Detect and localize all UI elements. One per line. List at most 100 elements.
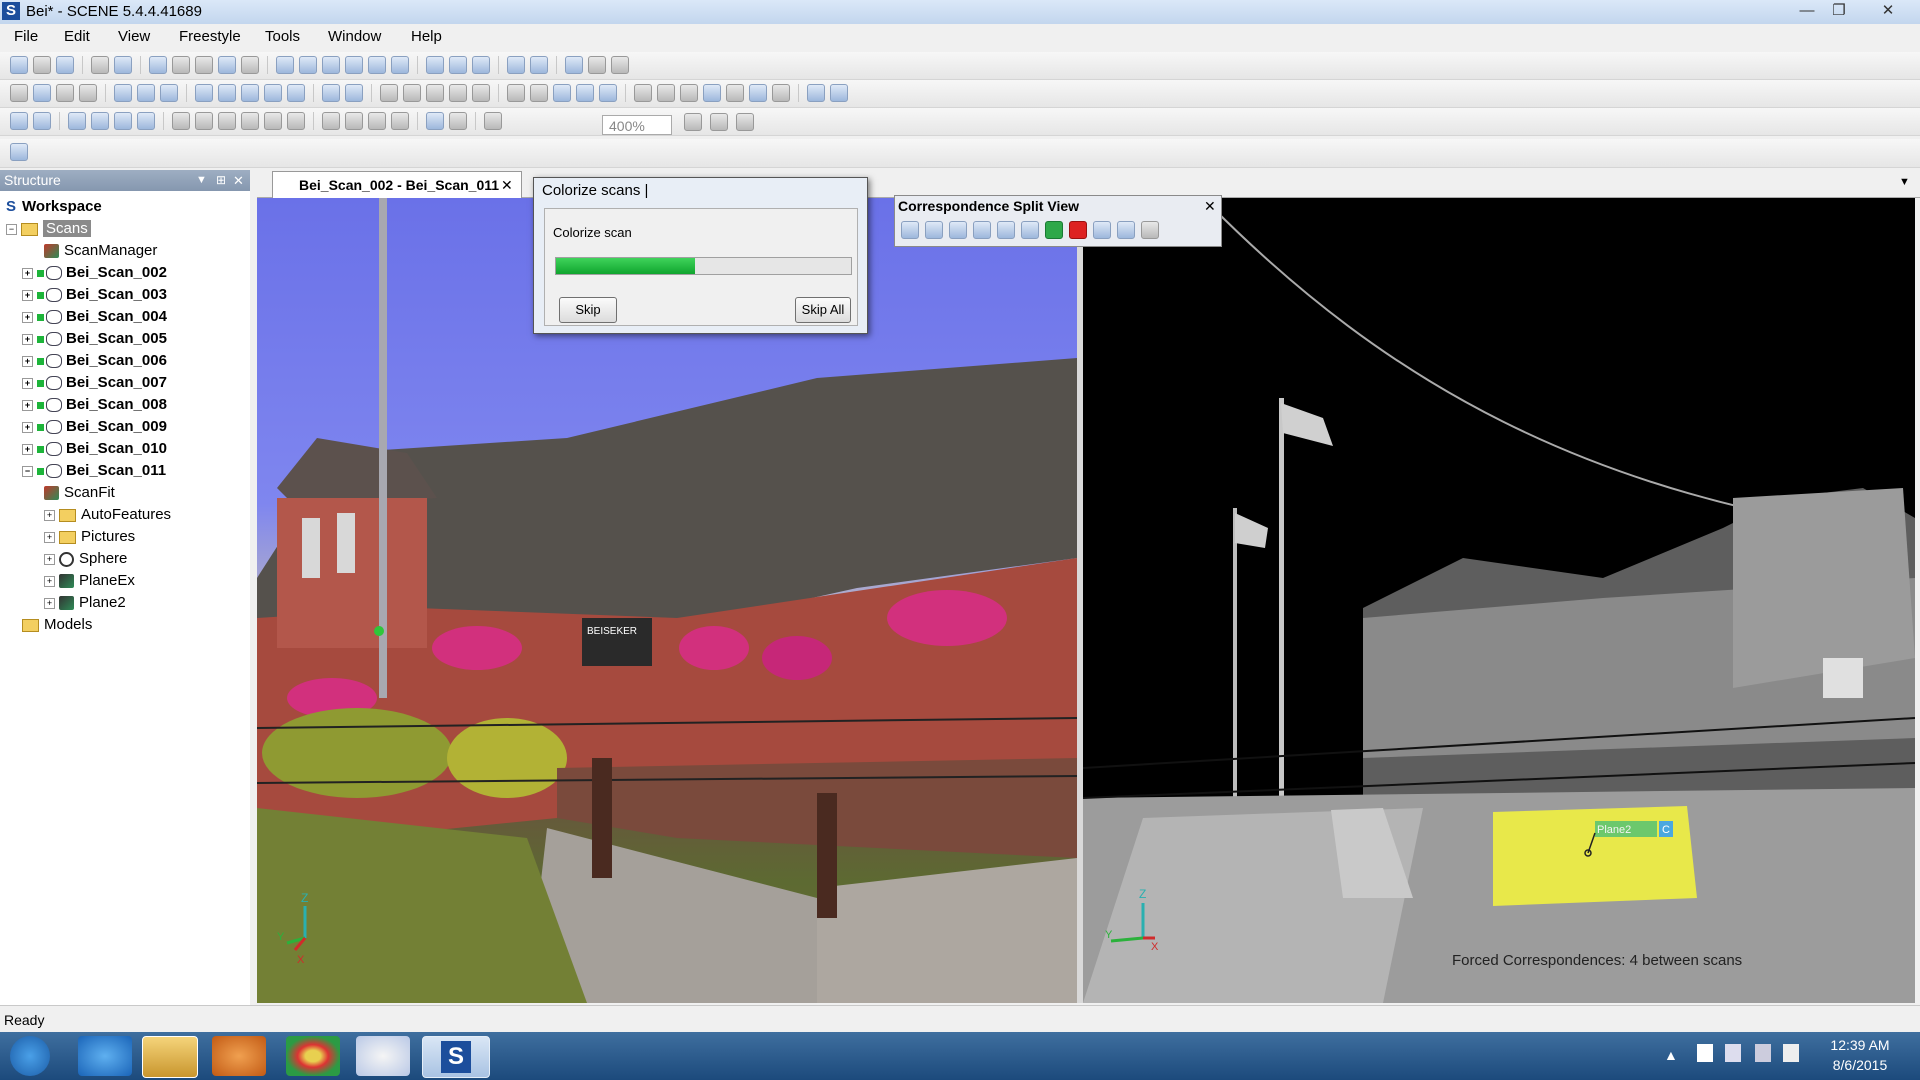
cs-select-icon[interactable] [901, 221, 919, 239]
expand-icon[interactable]: + [22, 289, 33, 301]
layers-icon[interactable] [391, 56, 409, 74]
grid-view-icon[interactable] [726, 84, 744, 102]
maximize-button[interactable]: ❐ [1824, 0, 1854, 22]
cs-pan-icon[interactable] [973, 221, 991, 239]
cube-5-icon[interactable] [287, 84, 305, 102]
menu-window[interactable]: Window [328, 28, 381, 45]
tree-scan-item[interactable]: + Bei_Scan_003 [22, 284, 167, 306]
cut-icon[interactable] [426, 112, 444, 130]
tree-scan-item[interactable]: − Bei_Scan_011 [22, 460, 166, 482]
copy-icon[interactable] [530, 84, 548, 102]
tab-list-icon[interactable]: ▼ [1899, 176, 1910, 188]
overview-icon[interactable] [241, 56, 259, 74]
cs-hand-icon[interactable] [997, 221, 1015, 239]
panel-menu-icon[interactable]: ▼ [196, 170, 207, 191]
new-icon[interactable] [10, 56, 28, 74]
expand-icon[interactable]: + [22, 443, 33, 455]
skip-all-button[interactable]: Skip All [795, 297, 851, 323]
circle-select-icon[interactable] [241, 112, 259, 130]
download-icon[interactable] [322, 56, 340, 74]
collapse-icon[interactable]: − [22, 465, 33, 477]
tray-volume-icon[interactable] [1783, 1044, 1799, 1062]
menu-edit[interactable]: Edit [64, 28, 90, 45]
view-overlay-icon[interactable] [391, 112, 409, 130]
grid-icon[interactable] [507, 84, 525, 102]
tree-scan-item[interactable]: + Bei_Scan_005 [22, 328, 167, 350]
taskbar-explorer-icon[interactable] [142, 1036, 198, 1078]
clock-date[interactable]: 8/6/2015 [1830, 1057, 1890, 1073]
scan-view-right[interactable]: Plane2 C Z Y X Forced Correspondences: 4… [1083, 198, 1915, 1003]
correspondence-split-view-window[interactable]: Correspondence Split View ✕ [894, 195, 1222, 247]
arrows-icon[interactable] [345, 84, 363, 102]
link-icon[interactable] [56, 84, 74, 102]
cube-2-icon[interactable] [218, 84, 236, 102]
box-icon[interactable] [807, 84, 825, 102]
tree-sphere[interactable]: + Sphere [44, 548, 127, 570]
minimize-button[interactable]: — [1792, 0, 1822, 22]
filter-icon[interactable] [160, 84, 178, 102]
eraser-icon[interactable] [449, 112, 467, 130]
tree-pictures[interactable]: + Pictures [44, 526, 135, 548]
zoom-out-icon[interactable] [710, 113, 728, 131]
lasso-select-icon[interactable] [287, 112, 305, 130]
clock-time[interactable]: 12:39 AM [1830, 1037, 1890, 1053]
taskbar-scene-icon[interactable]: S [422, 1036, 490, 1078]
register-icon[interactable] [114, 84, 132, 102]
tree-models[interactable]: Models [22, 614, 92, 636]
cloud-sync-icon[interactable] [449, 56, 467, 74]
start-button-icon[interactable] [10, 1036, 50, 1076]
cube-1-icon[interactable] [195, 84, 213, 102]
tree-workspace[interactable]: S Workspace [6, 196, 102, 218]
cube-3-icon[interactable] [241, 84, 259, 102]
tray-flag-icon[interactable] [1697, 1044, 1713, 1062]
tray-network-icon[interactable] [1725, 1044, 1741, 1062]
colorize-icon[interactable] [137, 84, 155, 102]
split-view-close-icon[interactable]: ✕ [1204, 196, 1216, 216]
cs-add-icon[interactable] [1117, 221, 1135, 239]
dots-medium-icon[interactable] [657, 84, 675, 102]
tray-signal-icon[interactable] [1755, 1044, 1771, 1062]
box-3d-icon[interactable] [830, 84, 848, 102]
taskbar-ie-icon[interactable] [78, 1036, 132, 1076]
hand-icon[interactable] [114, 112, 132, 130]
save-icon[interactable] [56, 56, 74, 74]
expand-icon[interactable]: + [44, 553, 55, 565]
cs-check-icon[interactable] [1093, 221, 1111, 239]
export-icon[interactable] [299, 56, 317, 74]
tree-scanmanager[interactable]: ScanManager [44, 240, 157, 262]
scan-view-icon[interactable] [149, 56, 167, 74]
dots-large-icon[interactable] [680, 84, 698, 102]
menu-file[interactable]: File [14, 28, 38, 45]
tag-icon[interactable] [588, 56, 606, 74]
expand-icon[interactable]: + [22, 355, 33, 367]
tab-scan-pair[interactable]: Bei_Scan_002 - Bei_Scan_011 ✕ [272, 171, 522, 198]
dots-selected-icon[interactable] [703, 84, 721, 102]
help-icon[interactable] [114, 56, 132, 74]
zoom-dropdown[interactable]: 400% [602, 115, 672, 135]
view-split-icon[interactable] [345, 112, 363, 130]
tree-scan-item[interactable]: + Bei_Scan_006 [22, 350, 167, 372]
rotate-icon[interactable] [68, 112, 86, 130]
select-network-icon[interactable] [33, 112, 51, 130]
tab-close-icon[interactable]: ✕ [501, 172, 513, 198]
close-window-button[interactable]: ✕ [1870, 0, 1906, 22]
expand-icon[interactable]: + [44, 597, 55, 609]
close-panel-icon[interactable]: ✕ [233, 170, 244, 191]
zoom-fit-icon[interactable] [484, 112, 502, 130]
camera-icon[interactable] [507, 56, 525, 74]
cloud-upload-icon[interactable] [426, 56, 444, 74]
target-icon[interactable] [472, 84, 490, 102]
plane-icon[interactable] [403, 84, 421, 102]
collapse-icon[interactable]: − [6, 223, 17, 235]
workspace-icon[interactable] [10, 143, 28, 161]
cs-sync-icon[interactable] [1045, 221, 1063, 239]
calendar-icon[interactable] [345, 56, 363, 74]
tree-planeex[interactable]: + PlaneEx [44, 570, 135, 592]
tree-scan-item[interactable]: + Bei_Scan_004 [22, 306, 167, 328]
expand-icon[interactable]: + [22, 399, 33, 411]
tree-plane2[interactable]: + Plane2 [44, 592, 126, 614]
cs-crosshair-icon[interactable] [1141, 221, 1159, 239]
menu-freestyle[interactable]: Freestyle [179, 28, 241, 45]
expand-icon[interactable]: + [22, 311, 33, 323]
tree-autofeatures[interactable]: + AutoFeatures [44, 504, 171, 526]
